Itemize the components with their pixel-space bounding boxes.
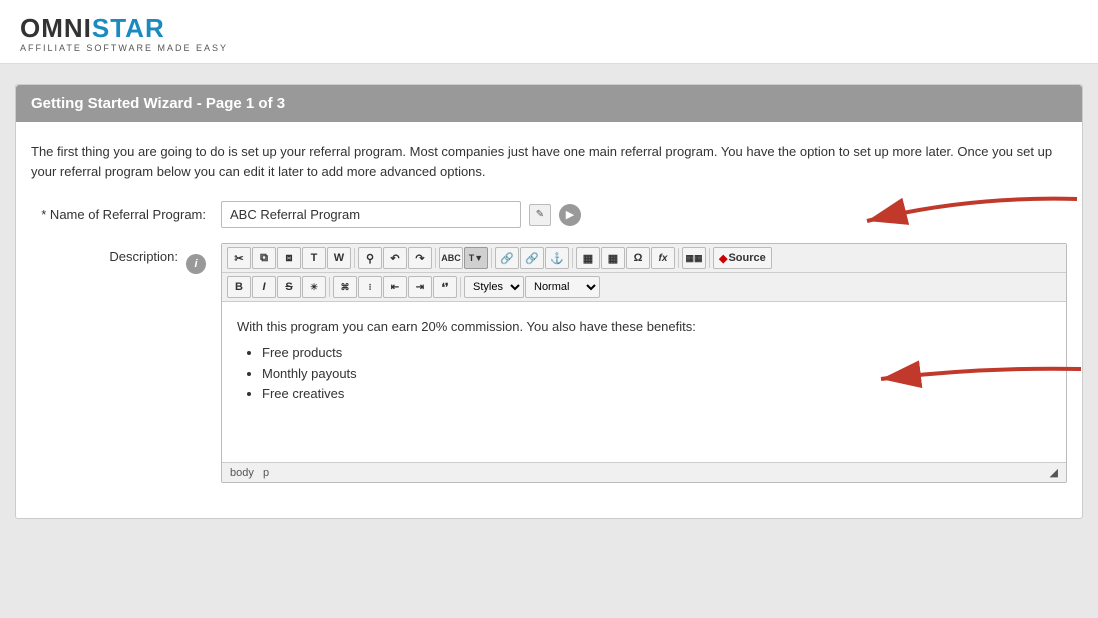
toolbar-sep7 (329, 277, 330, 297)
toolbar-special-btn[interactable]: Ω (626, 247, 650, 269)
editor-list: Free products Monthly payouts Free creat… (262, 343, 1051, 405)
toolbar-ul-btn[interactable]: ⁝ (358, 276, 382, 298)
toolbar-unlink-btn[interactable]: 🔗 (520, 247, 544, 269)
logo-tagline: AFFILIATE SOFTWARE MADE EASY (20, 43, 1078, 53)
logo-omni: OMNI (20, 13, 92, 43)
body-tag: body (230, 467, 254, 479)
toolbar-indent-right-btn[interactable]: ⇥ (408, 276, 432, 298)
toolbar-sep8 (460, 277, 461, 297)
toolbar-anchor-btn[interactable]: ⚓ (545, 247, 569, 269)
name-input[interactable] (221, 201, 521, 228)
editor-content-line: With this program you can earn 20% commi… (237, 319, 696, 334)
logo-star: STAR (92, 13, 165, 43)
toolbar-ol-btn[interactable]: ⌘ (333, 276, 357, 298)
page-wrapper: OMNISTAR AFFILIATE SOFTWARE MADE EASY Ge… (0, 0, 1098, 618)
toolbar-bold-btn[interactable]: B (227, 276, 251, 298)
p-tag: p (263, 467, 269, 479)
toolbar-row1: ✂ ⧉ ⧈ T W ⚲ ↶ ↷ ABC T▼ (222, 244, 1066, 273)
logo: OMNISTAR (20, 15, 1078, 41)
editor-footer: body p ◢ (222, 462, 1066, 482)
header: OMNISTAR AFFILIATE SOFTWARE MADE EASY (0, 0, 1098, 64)
toolbar-sep2 (435, 248, 436, 268)
name-control-wrap: ✎ ▶ (221, 201, 1067, 228)
toolbar-sep1 (354, 248, 355, 268)
editor-control-wrap: ✂ ⧉ ⧈ T W ⚲ ↶ ↷ ABC T▼ (221, 243, 1067, 483)
toolbar-table-btn[interactable]: ▦ (576, 247, 600, 269)
toolbar-image-btn[interactable]: ☀ (302, 276, 326, 298)
toolbar-paste-btn[interactable]: ⧈ (277, 247, 301, 269)
editor-content[interactable]: With this program you can earn 20% commi… (222, 302, 1066, 462)
logo-container: OMNISTAR AFFILIATE SOFTWARE MADE EASY (20, 15, 1078, 53)
wizard-header: Getting Started Wizard - Page 1 of 3 (16, 85, 1082, 122)
toolbar-paste-word-btn[interactable]: W (327, 247, 351, 269)
styles-select[interactable]: Styles (464, 276, 524, 298)
description-label: Description: i (31, 243, 221, 274)
list-item-3: Free creatives (262, 384, 1051, 405)
toolbar-row2: B I S ☀ ⌘ ⁝ ⇤ ⇥ ❛❜ (222, 273, 1066, 302)
toolbar-copy-btn[interactable]: ⧉ (252, 247, 276, 269)
toolbar-sep6 (709, 248, 710, 268)
name-input-btn1[interactable]: ✎ (529, 204, 551, 226)
toolbar-find-btn[interactable]: ⚲ (358, 247, 382, 269)
name-label: * Name of Referral Program: (31, 201, 221, 222)
name-input-container: ✎ ▶ (221, 201, 1067, 228)
toolbar-sep4 (572, 248, 573, 268)
list-item-1: Free products (262, 343, 1051, 364)
editor-footer-tags: body p (230, 467, 269, 479)
list-item-2: Monthly payouts (262, 364, 1051, 385)
info-icon[interactable]: i (186, 254, 206, 274)
toolbar-quote-btn[interactable]: ❛❜ (433, 276, 457, 298)
toolbar-align-btn[interactable]: ▦ (601, 247, 625, 269)
toolbar-sep5 (678, 248, 679, 268)
name-input-btn2[interactable]: ▶ (559, 204, 581, 226)
resize-handle[interactable]: ◢ (1050, 466, 1058, 479)
toolbar-format-btn[interactable]: T▼ (464, 247, 488, 269)
editor-paragraph: With this program you can earn 20% commi… (237, 317, 1051, 338)
toolbar-undo-btn[interactable]: ↶ (383, 247, 407, 269)
toolbar-spell-btn[interactable]: ABC (439, 247, 463, 269)
toolbar-formula-btn[interactable]: fx (651, 247, 675, 269)
toolbar-sep3 (491, 248, 492, 268)
wizard-title: Getting Started Wizard - Page 1 of 3 (31, 95, 285, 112)
toolbar-table2-btn[interactable]: ▦▦ (682, 247, 706, 269)
toolbar-redo-btn[interactable]: ↷ (408, 247, 432, 269)
source-label: Source (728, 252, 765, 264)
description-field-row: Description: i ✂ ⧉ ⧈ T W (31, 243, 1067, 483)
name-field-row: * Name of Referral Program: ✎ ▶ (31, 201, 1067, 228)
toolbar-indent-left-btn[interactable]: ⇤ (383, 276, 407, 298)
toolbar-italic-btn[interactable]: I (252, 276, 276, 298)
intro-text: The first thing you are going to do is s… (31, 142, 1067, 181)
editor-wrapper: ✂ ⧉ ⧈ T W ⚲ ↶ ↷ ABC T▼ (221, 243, 1067, 483)
wizard-body: The first thing you are going to do is s… (16, 122, 1082, 518)
toolbar-link-btn[interactable]: 🔗 (495, 247, 519, 269)
toolbar-strike-btn[interactable]: S (277, 276, 301, 298)
format-select[interactable]: Normal (525, 276, 600, 298)
wizard-panel: Getting Started Wizard - Page 1 of 3 The… (15, 84, 1083, 519)
toolbar-cut-btn[interactable]: ✂ (227, 247, 251, 269)
content-area: Getting Started Wizard - Page 1 of 3 The… (0, 64, 1098, 539)
toolbar-source-btn[interactable]: ◆Source (713, 247, 772, 269)
toolbar-paste-text-btn[interactable]: T (302, 247, 326, 269)
description-label-text: Description: (109, 249, 178, 264)
